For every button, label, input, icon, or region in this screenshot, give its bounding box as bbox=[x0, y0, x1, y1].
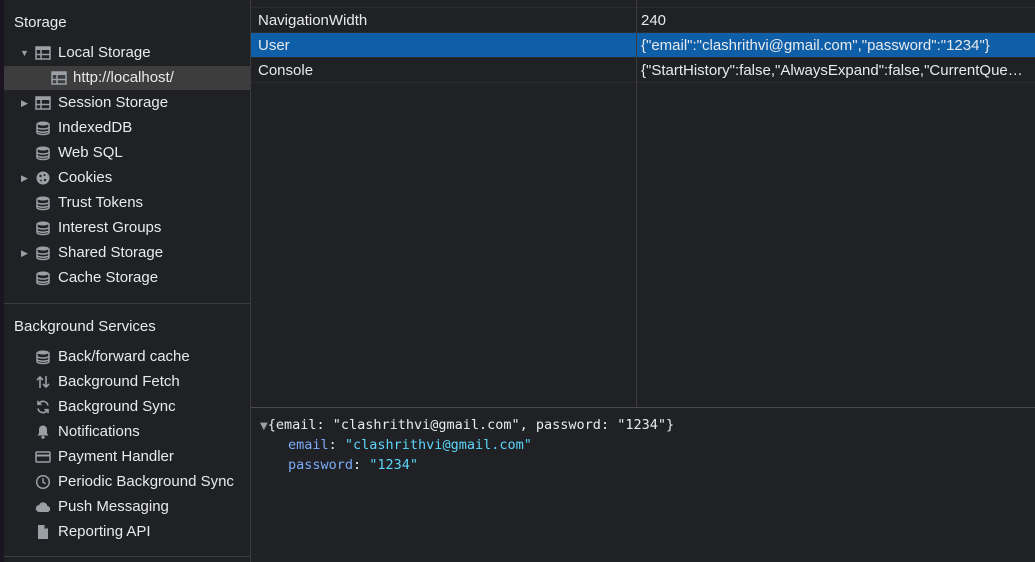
sidebar-item-trust-tokens[interactable]: Trust Tokens bbox=[4, 191, 250, 215]
property-value: "1234" bbox=[369, 457, 419, 473]
value-cell[interactable]: {"StartHistory":false,"AlwaysExpand":fal… bbox=[641, 58, 1026, 83]
devtools-application-panel: Storage ▼ Local Storage http://localhost… bbox=[0, 0, 1035, 562]
property-key: password bbox=[288, 457, 354, 473]
sidebar-item-localhost[interactable]: http://localhost/ bbox=[4, 66, 250, 90]
database-icon bbox=[35, 195, 51, 211]
bell-icon bbox=[35, 424, 51, 440]
file-icon bbox=[35, 524, 51, 540]
collapsed-arrow-icon[interactable]: ▶ bbox=[21, 91, 31, 115]
sidebar-item-label: http://localhost/ bbox=[73, 69, 174, 86]
sidebar-item-label: Notifications bbox=[58, 423, 140, 440]
cookie-icon bbox=[35, 170, 51, 186]
sidebar-item-label: Trust Tokens bbox=[58, 194, 144, 211]
collapsed-arrow-icon[interactable]: ▶ bbox=[21, 241, 31, 265]
sidebar-item-label: Shared Storage bbox=[58, 244, 164, 261]
cloud-icon bbox=[35, 499, 51, 515]
table-row[interactable]: NavigationWidth 240 bbox=[251, 8, 1035, 33]
property-key: email bbox=[288, 437, 329, 453]
sidebar-item-interest-groups[interactable]: Interest Groups bbox=[4, 216, 250, 240]
sidebar-item-cache-storage[interactable]: Cache Storage bbox=[4, 266, 250, 290]
table-row[interactable]: favoriteTables undefined bbox=[251, 0, 1035, 8]
sidebar-item-label: Payment Handler bbox=[58, 448, 174, 465]
table-row-selected[interactable]: User {"email":"clashrithvi@gmail.com","p… bbox=[251, 33, 1035, 58]
sidebar-item-label: Push Messaging bbox=[58, 498, 169, 515]
key-cell[interactable]: NavigationWidth bbox=[258, 8, 628, 33]
sidebar-item-label: Interest Groups bbox=[58, 219, 162, 236]
property-value: "clashrithvi@gmail.com" bbox=[344, 437, 532, 453]
database-icon bbox=[35, 349, 51, 365]
table-icon bbox=[35, 95, 51, 111]
database-icon bbox=[35, 270, 51, 286]
sidebar-item-indexeddb[interactable]: IndexedDB bbox=[4, 116, 250, 140]
sidebar-item-label: Background Sync bbox=[58, 398, 176, 415]
sidebar-item-label: Cache Storage bbox=[58, 269, 159, 286]
database-icon bbox=[35, 120, 51, 136]
sidebar-item-label: Periodic Background Sync bbox=[58, 473, 234, 490]
value-cell[interactable]: undefined bbox=[641, 0, 1026, 8]
key-cell[interactable]: User bbox=[258, 33, 628, 58]
sidebar-item-push-messaging[interactable]: Push Messaging bbox=[4, 495, 250, 519]
object-property: password: "1234" bbox=[288, 457, 419, 473]
sidebar-item-background-sync[interactable]: Background Sync bbox=[4, 395, 250, 419]
storage-section-title: Storage bbox=[14, 14, 67, 31]
value-cell[interactable]: {"email":"clashrithvi@gmail.com","passwo… bbox=[641, 33, 1026, 58]
sidebar-item-label: Back/forward cache bbox=[58, 348, 190, 365]
key-cell[interactable]: favoriteTables bbox=[258, 0, 628, 8]
expanded-arrow-icon[interactable]: ▼ bbox=[260, 421, 268, 432]
card-icon bbox=[35, 449, 51, 465]
sidebar-item-background-fetch[interactable]: Background Fetch bbox=[4, 370, 250, 394]
object-property: email: "clashrithvi@gmail.com" bbox=[288, 437, 532, 453]
table-icon bbox=[35, 45, 51, 61]
object-summary[interactable]: ▼{email: "clashrithvi@gmail.com", passwo… bbox=[260, 415, 674, 435]
database-icon bbox=[35, 145, 51, 161]
database-icon bbox=[35, 245, 51, 261]
table-row[interactable]: Console {"StartHistory":false,"AlwaysExp… bbox=[251, 58, 1035, 83]
sidebar-item-cookies[interactable]: ▶ Cookies bbox=[4, 166, 250, 190]
sidebar-item-web-sql[interactable]: Web SQL bbox=[4, 141, 250, 165]
sidebar-item-session-storage[interactable]: ▶ Session Storage bbox=[4, 91, 250, 115]
sidebar-divider bbox=[4, 303, 250, 304]
sidebar-item-label: Reporting API bbox=[58, 523, 151, 540]
key-cell[interactable]: Console bbox=[258, 58, 628, 83]
sidebar-item-label: Local Storage bbox=[58, 44, 151, 61]
sidebar-item-payment-handler[interactable]: Payment Handler bbox=[4, 445, 250, 469]
sidebar-item-label: Session Storage bbox=[58, 94, 169, 111]
sidebar-item-local-storage[interactable]: ▼ Local Storage bbox=[4, 41, 250, 65]
sidebar-item-label: Web SQL bbox=[58, 144, 123, 161]
sidebar-item-shared-storage[interactable]: ▶ Shared Storage bbox=[4, 241, 250, 265]
sidebar-divider bbox=[4, 556, 250, 557]
value-preview-pane: ▼{email: "clashrithvi@gmail.com", passwo… bbox=[251, 407, 1035, 562]
object-summary-text: {email: "clashrithvi@gmail.com", passwor… bbox=[267, 417, 675, 433]
sidebar-item-label: IndexedDB bbox=[58, 119, 133, 136]
sidebar-item-label: Cookies bbox=[58, 169, 113, 186]
sidebar-item-notifications[interactable]: Notifications bbox=[4, 420, 250, 444]
clock-icon bbox=[35, 474, 51, 490]
database-icon bbox=[35, 220, 51, 236]
collapsed-arrow-icon[interactable]: ▶ bbox=[21, 166, 31, 190]
sidebar-item-reporting-api[interactable]: Reporting API bbox=[4, 520, 250, 544]
sync-icon bbox=[35, 399, 51, 415]
background-services-title: Background Services bbox=[14, 318, 156, 335]
column-resizer[interactable] bbox=[636, 0, 637, 407]
storage-data-grid: favoriteTables undefined NavigationWidth… bbox=[251, 0, 1035, 407]
sidebar-item-label: Background Fetch bbox=[58, 373, 180, 390]
table-icon bbox=[51, 70, 67, 86]
sidebar-item-back-forward-cache[interactable]: Back/forward cache bbox=[4, 345, 250, 369]
sidebar: Storage ▼ Local Storage http://localhost… bbox=[4, 0, 251, 562]
expanded-arrow-icon[interactable]: ▼ bbox=[20, 41, 30, 65]
value-cell[interactable]: 240 bbox=[641, 8, 1026, 33]
sidebar-item-periodic-background-sync[interactable]: Periodic Background Sync bbox=[4, 470, 250, 494]
arrows-updown-icon bbox=[35, 374, 51, 390]
